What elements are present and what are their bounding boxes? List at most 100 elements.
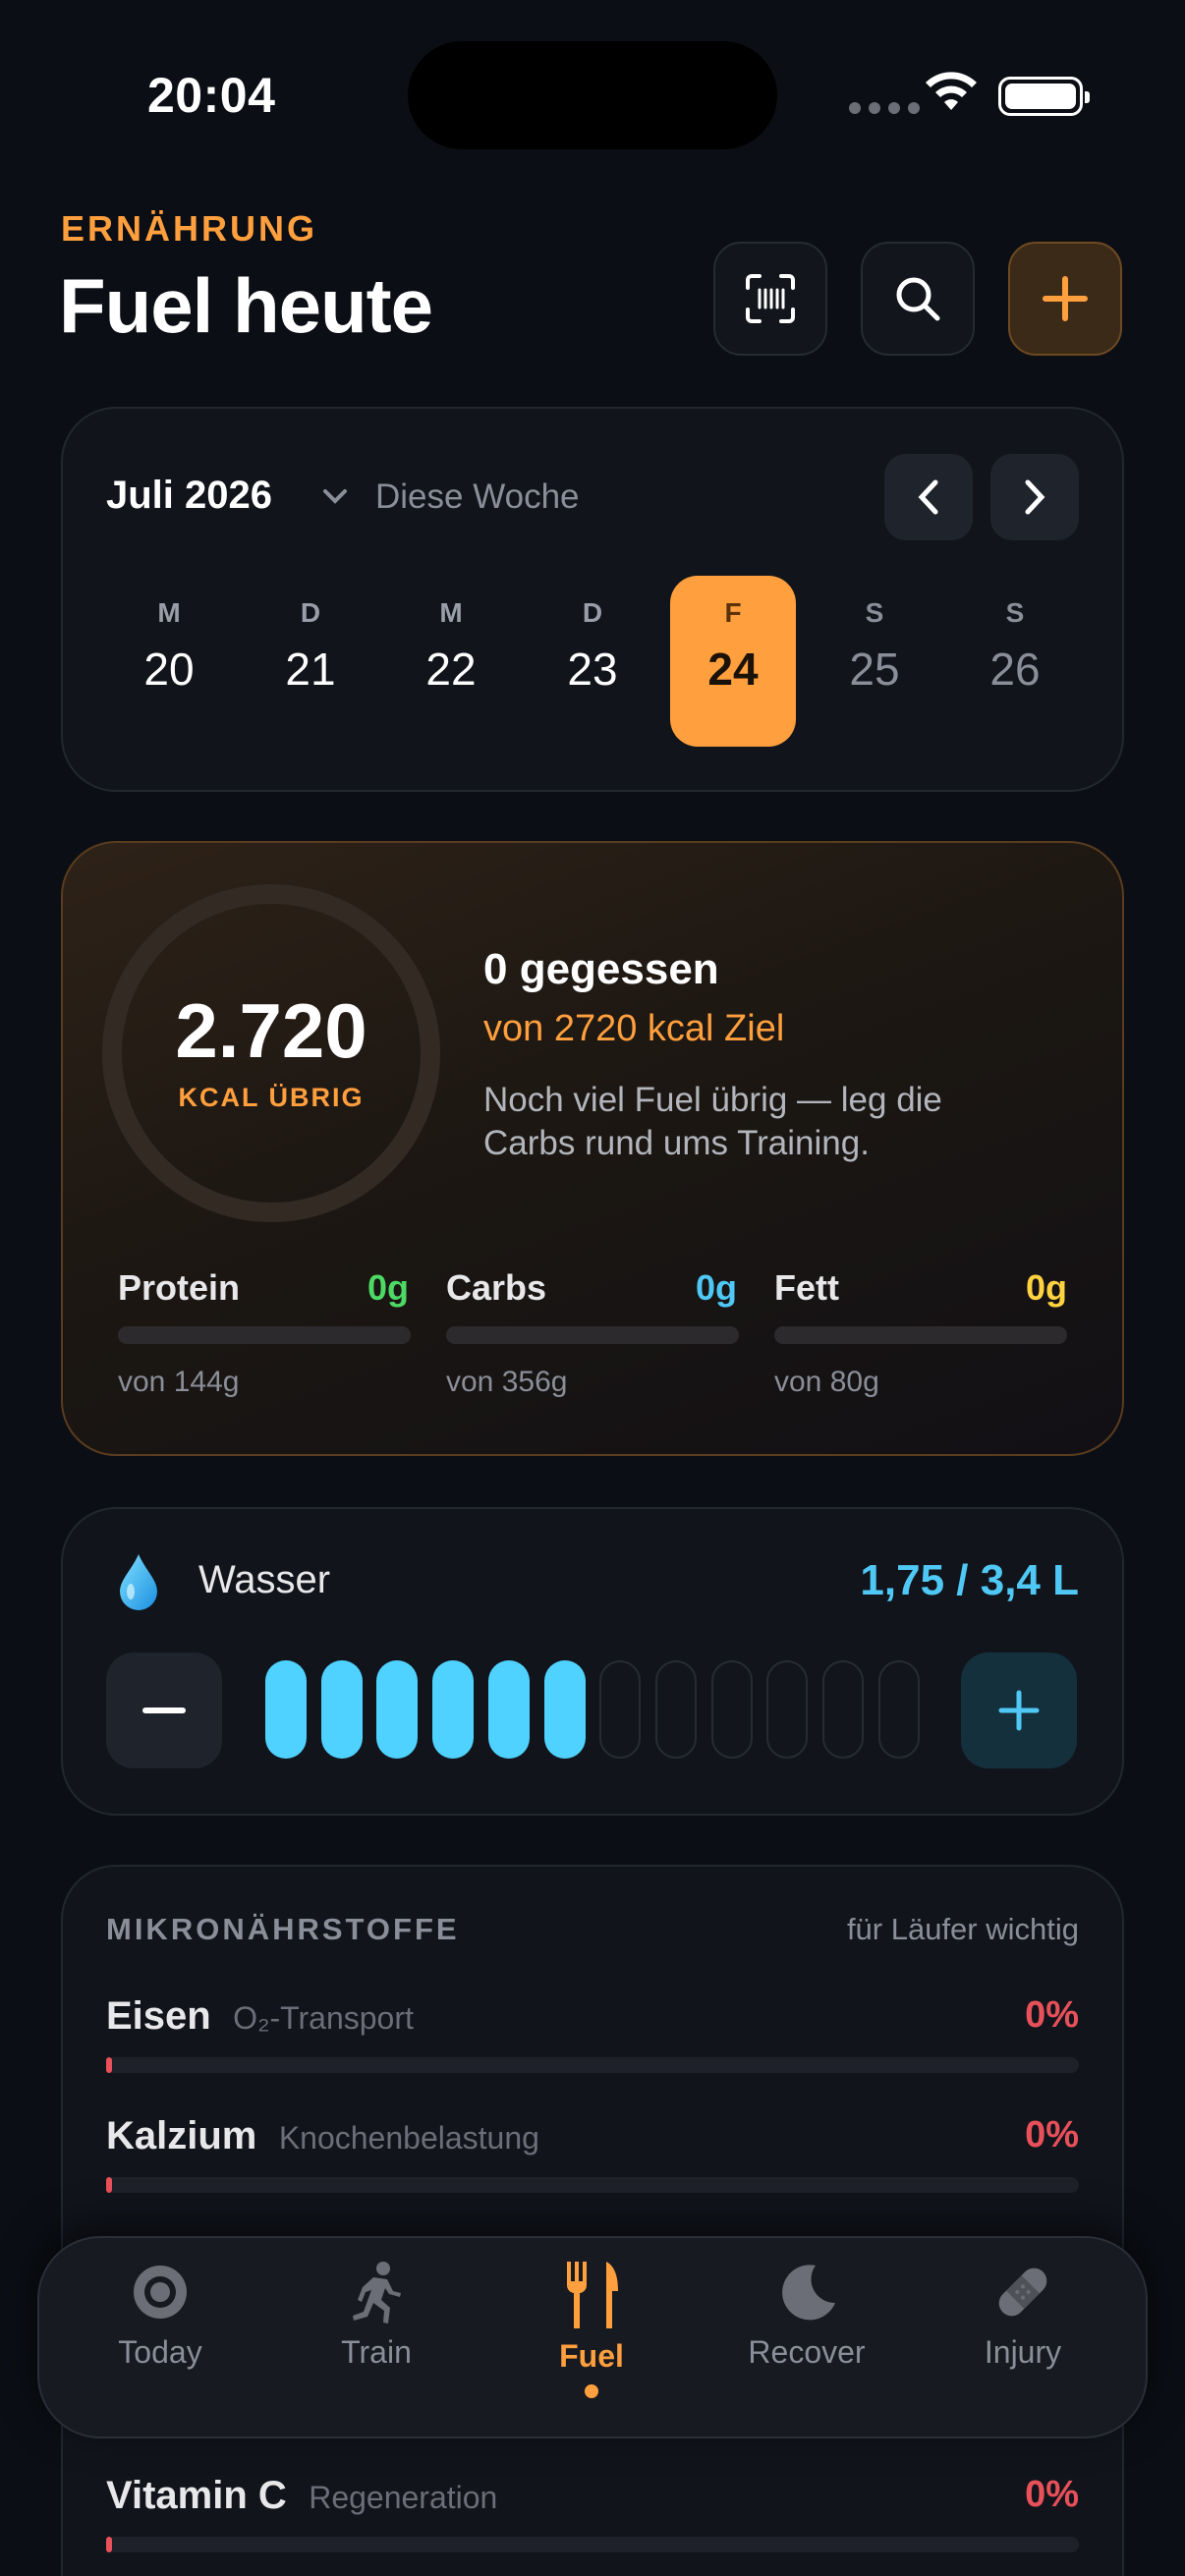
day-cell-24-selected[interactable]: F 24 <box>670 576 796 747</box>
day-number: 20 <box>143 644 195 695</box>
status-time: 20:04 <box>147 68 276 123</box>
macro-carbs-bar <box>446 1326 739 1344</box>
macro-carbs-target: von 356g <box>446 1366 568 1398</box>
tab-label: Train <box>341 2334 412 2370</box>
tab-label: Fuel <box>559 2338 624 2374</box>
micro-bar-calcium <box>106 2177 1079 2193</box>
wifi-icon <box>924 71 979 119</box>
tab-train[interactable]: Train <box>288 2260 465 2371</box>
day-number: 21 <box>285 644 336 695</box>
water-glass[interactable] <box>543 1660 586 1759</box>
tab-today[interactable]: Today <box>72 2260 249 2371</box>
day-number: 25 <box>849 644 900 695</box>
barcode-scan-button[interactable] <box>713 242 827 356</box>
active-tab-indicator <box>585 2384 598 2398</box>
tab-label: Recover <box>748 2334 866 2370</box>
tab-injury[interactable]: Injury <box>934 2260 1111 2371</box>
water-value: 1,75 / 3,4 L <box>860 1556 1079 1604</box>
barcode-scan-icon <box>746 274 795 323</box>
water-drop-icon <box>116 1552 161 1616</box>
macro-fat-target: von 80g <box>774 1366 879 1398</box>
day-number: 26 <box>989 644 1041 695</box>
micronutrients-card <box>61 1865 1124 2576</box>
day-letter: M <box>439 597 463 628</box>
bandage-icon <box>998 2268 1047 2317</box>
runner-icon <box>353 2262 401 2324</box>
day-letter: S <box>1005 597 1025 628</box>
next-week-button[interactable] <box>990 454 1079 540</box>
macro-protein-target: von 144g <box>118 1366 240 1398</box>
water-glass[interactable] <box>376 1660 419 1759</box>
micro-desc: Knochenbelastung <box>278 2120 539 2156</box>
day-letter: D <box>300 597 321 628</box>
page-title: Fuel heute <box>59 262 433 349</box>
tab-fuel[interactable]: Fuel <box>503 2260 680 2398</box>
micro-name: Vitamin C <box>106 2474 287 2517</box>
day-number: 24 <box>707 644 759 695</box>
add-food-button[interactable] <box>1008 242 1122 356</box>
day-cell-21[interactable]: D 21 <box>248 576 373 747</box>
tab-label: Today <box>118 2334 202 2370</box>
water-glass[interactable] <box>822 1660 864 1759</box>
search-icon <box>896 277 940 321</box>
micro-name: Kalzium <box>106 2114 257 2157</box>
fuel-tip: Noch viel Fuel übrig — leg die Carbs run… <box>483 1081 942 1162</box>
micro-bar-iron <box>106 2057 1079 2073</box>
day-letter: M <box>157 597 181 628</box>
micro-bar-vitamin-c <box>106 2537 1079 2552</box>
day-number: 22 <box>425 644 477 695</box>
micro-desc: O₂-Transport <box>233 2000 414 2036</box>
micro-name: Eisen <box>106 1994 211 2038</box>
day-letter: D <box>582 597 603 628</box>
kcal-goal: von 2720 kcal Ziel <box>483 1008 785 1049</box>
day-cell-22[interactable]: M 22 <box>388 576 514 747</box>
micro-desc: Regeneration <box>309 2480 498 2515</box>
signal-icon <box>849 102 920 114</box>
section-eyebrow: ERNÄHRUNG <box>61 208 317 249</box>
water-glass[interactable] <box>265 1660 307 1759</box>
today-ring-icon <box>134 2266 187 2319</box>
day-cell-23[interactable]: D 23 <box>530 576 655 747</box>
water-glass[interactable] <box>320 1660 363 1759</box>
search-button[interactable] <box>861 242 975 356</box>
macro-protein-label: Protein <box>118 1267 241 1308</box>
micronutrients-title: MIKRONÄHRSTOFFE <box>106 1912 460 1946</box>
micronutrients-hint: für Läufer wichtig <box>846 1912 1079 1946</box>
macro-protein-bar <box>118 1326 411 1344</box>
tab-recover[interactable]: Recover <box>718 2260 895 2371</box>
water-card <box>61 1507 1124 1816</box>
water-label: Wasser <box>198 1558 331 1601</box>
chevron-down-icon[interactable] <box>320 485 350 512</box>
day-cell-20[interactable]: M 20 <box>106 576 232 747</box>
macro-carbs-label: Carbs <box>446 1267 547 1308</box>
water-glass[interactable] <box>710 1660 753 1759</box>
chevron-right-icon <box>1025 479 1045 515</box>
day-cell-26[interactable]: S 26 <box>952 576 1078 747</box>
water-glass[interactable] <box>877 1660 920 1759</box>
chevron-left-icon <box>918 479 938 515</box>
day-letter: S <box>865 597 884 628</box>
prev-week-button[interactable] <box>884 454 973 540</box>
week-range-label: Diese Woche <box>375 477 580 516</box>
water-increase-button[interactable] <box>961 1652 1077 1768</box>
day-number: 23 <box>567 644 618 695</box>
micro-pct: 0% <box>1025 2114 1079 2156</box>
macro-fat-label: Fett <box>774 1267 839 1308</box>
fork-knife-icon <box>566 2262 618 2328</box>
water-glass[interactable] <box>599 1660 642 1759</box>
water-decrease-button[interactable] <box>106 1652 222 1768</box>
water-glass[interactable] <box>654 1660 697 1759</box>
water-glass[interactable] <box>432 1660 475 1759</box>
micro-row-vitamin-c: Vitamin C Regeneration <box>106 2474 497 2518</box>
kcal-remaining-label: KCAL ÜBRIG <box>178 1083 365 1112</box>
month-selector[interactable]: Juli 2026 <box>106 474 272 518</box>
micro-pct: 0% <box>1025 1994 1079 2036</box>
macro-fat-bar <box>774 1326 1067 1344</box>
water-glass[interactable] <box>766 1660 809 1759</box>
day-letter: F <box>724 597 742 628</box>
day-cell-25[interactable]: S 25 <box>812 576 937 747</box>
kcal-eaten: 0 gegessen <box>483 945 719 993</box>
macro-carbs-value: 0g <box>695 1267 737 1308</box>
battery-icon <box>998 77 1090 116</box>
water-glass[interactable] <box>487 1660 530 1759</box>
